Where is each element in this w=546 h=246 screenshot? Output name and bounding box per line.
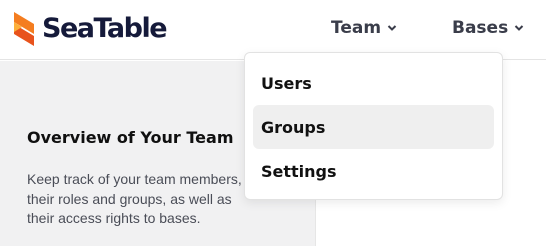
nav-team-label: Team: [331, 18, 382, 38]
overview-title: Overview of Your Team: [27, 128, 234, 147]
logo-text: SeaTable: [42, 13, 168, 44]
team-dropdown-menu: Users Groups Settings: [244, 52, 503, 200]
nav-bases-menu[interactable]: Bases: [452, 18, 524, 38]
menu-item-users-label: Users: [261, 73, 312, 93]
seatable-logo-icon: [10, 11, 38, 47]
chevron-down-icon: [514, 25, 524, 31]
menu-item-settings-label: Settings: [261, 161, 337, 181]
menu-item-groups-label: Groups: [261, 117, 326, 137]
overview-description: Keep track of your team members, their r…: [27, 171, 242, 226]
nav-bases-label: Bases: [452, 18, 509, 38]
menu-item-groups[interactable]: Groups: [253, 105, 494, 149]
nav-team-menu[interactable]: Team: [331, 18, 397, 38]
seatable-logo[interactable]: SeaTable: [10, 11, 168, 47]
menu-item-users[interactable]: Users: [253, 61, 494, 105]
chevron-down-icon: [387, 25, 397, 31]
menu-item-settings[interactable]: Settings: [253, 149, 494, 193]
top-navigation-bar: SeaTable Team Bases: [0, 0, 546, 60]
